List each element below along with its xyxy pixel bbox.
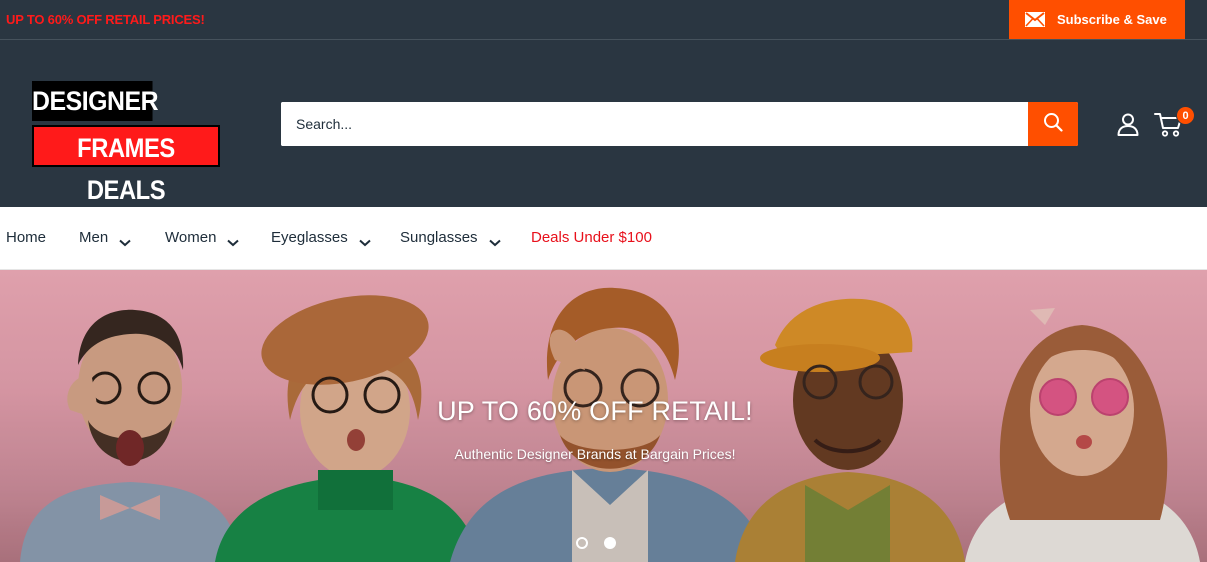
hero-title: UP TO 60% OFF RETAIL! — [437, 396, 753, 426]
nav-item-label: Eyeglasses — [271, 229, 348, 246]
nav-item-deals-under-100[interactable]: Deals Under $100 — [531, 229, 652, 246]
site-header: DESIGNER FRAMES DEALS 0 — [0, 40, 1207, 207]
subscribe-button[interactable]: Subscribe & Save — [1009, 0, 1185, 39]
subscribe-label: Subscribe & Save — [1057, 12, 1167, 27]
nav-item-men[interactable]: Men — [79, 229, 131, 246]
account-icon[interactable] — [1116, 112, 1140, 136]
chevron-down-icon — [227, 234, 240, 246]
cart-count-badge: 0 — [1176, 106, 1195, 125]
nav-item-home[interactable]: Home — [6, 229, 46, 246]
logo-line-1: DESIGNER — [32, 81, 159, 121]
announcement-bar: UP TO 60% OFF RETAIL PRICES! Subscribe &… — [0, 0, 1207, 40]
search-icon — [1043, 112, 1063, 137]
nav-item-label: Home — [6, 229, 47, 246]
slide-dot-1[interactable] — [576, 537, 588, 549]
nav-item-label: Women — [165, 229, 217, 246]
chevron-down-icon — [488, 234, 501, 246]
search-button[interactable] — [1028, 102, 1078, 146]
search-input[interactable] — [281, 102, 1028, 146]
announcement-text: UP TO 60% OFF RETAIL PRICES! — [6, 12, 205, 27]
mail-icon — [1025, 12, 1045, 27]
nav-item-sunglasses[interactable]: Sunglasses — [400, 229, 501, 246]
chevron-down-icon — [119, 234, 131, 246]
logo-line-2: FRAMES DEALS — [32, 125, 220, 205]
nav-item-label: Sunglasses — [400, 229, 478, 246]
search-bar — [281, 102, 1078, 146]
hero-slideshow[interactable]: UP TO 60% OFF RETAIL! Authentic Designer… — [0, 270, 1207, 562]
nav-item-women[interactable]: Women — [165, 229, 240, 246]
slide-dot-2[interactable] — [604, 537, 616, 549]
nav-item-eyeglasses[interactable]: Eyeglasses — [271, 229, 371, 246]
nav-item-label: Deals Under $100 — [531, 229, 652, 246]
main-nav: Home Men Women Eyeglasses Sunglasses Dea… — [0, 207, 1207, 270]
logo[interactable]: DESIGNER FRAMES DEALS — [32, 81, 222, 205]
chevron-down-icon — [359, 234, 371, 246]
nav-item-label: Men — [79, 229, 109, 246]
hero-subtitle: Authentic Designer Brands at Bargain Pri… — [454, 446, 736, 462]
